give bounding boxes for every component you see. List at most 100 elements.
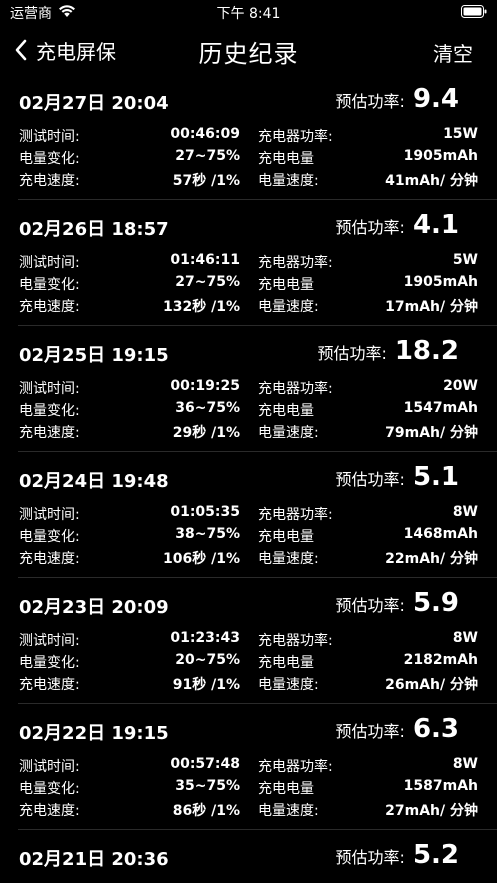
charger-power-value: 20W [443, 378, 478, 394]
test-time-label: 测试时间: [19, 507, 80, 523]
charge-amount-value: 1905mAh [403, 274, 478, 290]
battery-change-value: 27~75% [175, 274, 240, 290]
test-time-label: 测试时间: [19, 255, 80, 271]
charge-amount-value: 2182mAh [403, 652, 478, 668]
charge-speed-label: 充电速度: [19, 299, 80, 315]
history-record: 02月23日 20:09 预估功率: 5.9 测试时间: 01:23:43 充电… [18, 578, 497, 704]
record-row: 充电速度: 29秒 /1% 电量速度: 79mAh/ 分钟 [18, 422, 478, 444]
record-row: 电量变化: 20~75% 充电电量 2182mAh [18, 652, 478, 674]
amount-speed-label: 电量速度: [258, 299, 319, 315]
charger-power-label: 充电器功率: [258, 507, 333, 523]
charger-power-label: 充电器功率: [258, 381, 333, 397]
record-date: 02月22日 19:15 [19, 723, 169, 744]
charger-power-value: 8W [452, 756, 478, 772]
charge-amount-value: 1587mAh [403, 778, 478, 794]
estimated-power-label: 预估功率: [335, 92, 405, 111]
charge-amount-value: 1547mAh [403, 400, 478, 416]
record-row: 电量变化: 36~75% 充电电量 1547mAh [18, 400, 478, 422]
charge-speed-value: 132秒 /1% [163, 299, 240, 315]
charge-amount-label: 充电电量 [258, 277, 314, 293]
record-date: 02月26日 18:57 [19, 219, 169, 240]
estimated-power-label: 预估功率: [335, 848, 405, 867]
test-time-label: 测试时间: [19, 633, 80, 649]
test-time-label: 测试时间: [19, 381, 80, 397]
estimated-power: 预估功率: 5.9 [336, 588, 459, 618]
charge-speed-label: 充电速度: [19, 173, 80, 189]
charger-power-label: 充电器功率: [258, 633, 333, 649]
estimated-power-label: 预估功率: [335, 470, 405, 489]
amount-speed-label: 电量速度: [258, 551, 319, 567]
estimated-power-value: 4.1 [412, 210, 459, 240]
charge-speed-label: 充电速度: [19, 677, 80, 693]
charge-amount-label: 充电电量 [258, 151, 314, 167]
record-row: 充电速度: 86秒 /1% 电量速度: 27mAh/ 分钟 [18, 800, 478, 822]
battery-change-value: 38~75% [175, 526, 240, 542]
history-record: 02月24日 19:48 预估功率: 5.1 测试时间: 01:05:35 充电… [18, 452, 497, 578]
battery-change-value: 20~75% [175, 652, 240, 668]
estimated-power: 预估功率: 5.1 [336, 462, 459, 492]
test-time-label: 测试时间: [19, 129, 80, 145]
charger-power-value: 8W [452, 504, 478, 520]
estimated-power-value: 5.9 [412, 588, 459, 618]
amount-speed-label: 电量速度: [258, 677, 319, 693]
record-row: 电量变化: 27~75% 充电电量 1905mAh [18, 274, 478, 296]
estimated-power: 预估功率: 5.2 [336, 840, 459, 870]
charge-amount-label: 充电电量 [258, 403, 314, 419]
charger-power-value: 15W [443, 126, 478, 142]
clear-button[interactable]: 清空 [433, 38, 473, 67]
record-row: 充电速度: 132秒 /1% 电量速度: 17mAh/ 分钟 [18, 296, 478, 318]
record-row: 测试时间: 01:05:35 充电器功率: 8W [18, 504, 478, 526]
charge-amount-value: 1905mAh [403, 148, 478, 164]
estimated-power-value: 5.1 [412, 462, 459, 492]
amount-speed-value: 41mAh/ 分钟 [385, 173, 478, 189]
record-date: 02月24日 19:48 [19, 471, 169, 492]
charger-power-value: 8W [452, 630, 478, 646]
history-record: 02月25日 19:15 预估功率: 18.2 测试时间: 00:19:25 充… [18, 326, 497, 452]
record-date: 02月25日 19:15 [19, 345, 169, 366]
charge-amount-label: 充电电量 [258, 529, 314, 545]
record-row: 测试时间: 01:23:43 充电器功率: 8W [18, 630, 478, 652]
charge-amount-value: 1468mAh [403, 526, 478, 542]
record-row: 测试时间: 01:46:11 充电器功率: 5W [18, 252, 478, 274]
estimated-power-label: 预估功率: [317, 344, 387, 363]
amount-speed-value: 26mAh/ 分钟 [385, 677, 478, 693]
record-row: 测试时间: 00:19:25 充电器功率: 20W [18, 378, 478, 400]
battery-change-value: 35~75% [175, 778, 240, 794]
estimated-power-value: 5.2 [412, 840, 459, 870]
estimated-power-value: 9.4 [412, 84, 459, 114]
battery-icon [461, 5, 487, 18]
amount-speed-label: 电量速度: [258, 173, 319, 189]
record-row: 充电速度: 91秒 /1% 电量速度: 26mAh/ 分钟 [18, 674, 478, 696]
charge-amount-label: 充电电量 [258, 655, 314, 671]
history-record: 02月22日 19:15 预估功率: 6.3 测试时间: 00:57:48 充电… [18, 704, 497, 830]
charge-speed-label: 充电速度: [19, 551, 80, 567]
charge-speed-label: 充电速度: [19, 803, 80, 819]
estimated-power-label: 预估功率: [335, 722, 405, 741]
amount-speed-value: 17mAh/ 分钟 [385, 299, 478, 315]
estimated-power-value: 6.3 [412, 714, 459, 744]
test-time-label: 测试时间: [19, 759, 80, 775]
back-button[interactable]: 充电屏保 [14, 36, 116, 64]
battery-change-value: 36~75% [175, 400, 240, 416]
battery-change-label: 电量变化: [19, 277, 80, 293]
back-button-label: 充电屏保 [36, 39, 116, 64]
amount-speed-value: 27mAh/ 分钟 [385, 803, 478, 819]
record-date: 02月21日 20:36 [19, 849, 169, 870]
record-row: 测试时间: 00:46:09 充电器功率: 15W [18, 126, 478, 148]
battery-change-label: 电量变化: [19, 151, 80, 167]
history-record: 02月27日 20:04 预估功率: 9.4 测试时间: 00:46:09 充电… [18, 74, 497, 200]
battery-change-label: 电量变化: [19, 781, 80, 797]
estimated-power-value: 18.2 [394, 336, 459, 366]
history-record: 02月21日 20:36 预估功率: 5.2 [18, 830, 497, 883]
charge-speed-value: 91秒 /1% [172, 677, 240, 693]
navigation-bar: 充电屏保 历史纪录 清空 [0, 26, 497, 74]
charge-amount-label: 充电电量 [258, 781, 314, 797]
charger-power-value: 5W [452, 252, 478, 268]
battery-change-value: 27~75% [175, 148, 240, 164]
charger-power-label: 充电器功率: [258, 255, 333, 271]
battery-change-label: 电量变化: [19, 655, 80, 671]
history-list: 02月27日 20:04 预估功率: 9.4 测试时间: 00:46:09 充电… [0, 74, 497, 883]
record-date: 02月27日 20:04 [19, 93, 169, 114]
charge-speed-value: 57秒 /1% [172, 173, 240, 189]
estimated-power-label: 预估功率: [335, 218, 405, 237]
